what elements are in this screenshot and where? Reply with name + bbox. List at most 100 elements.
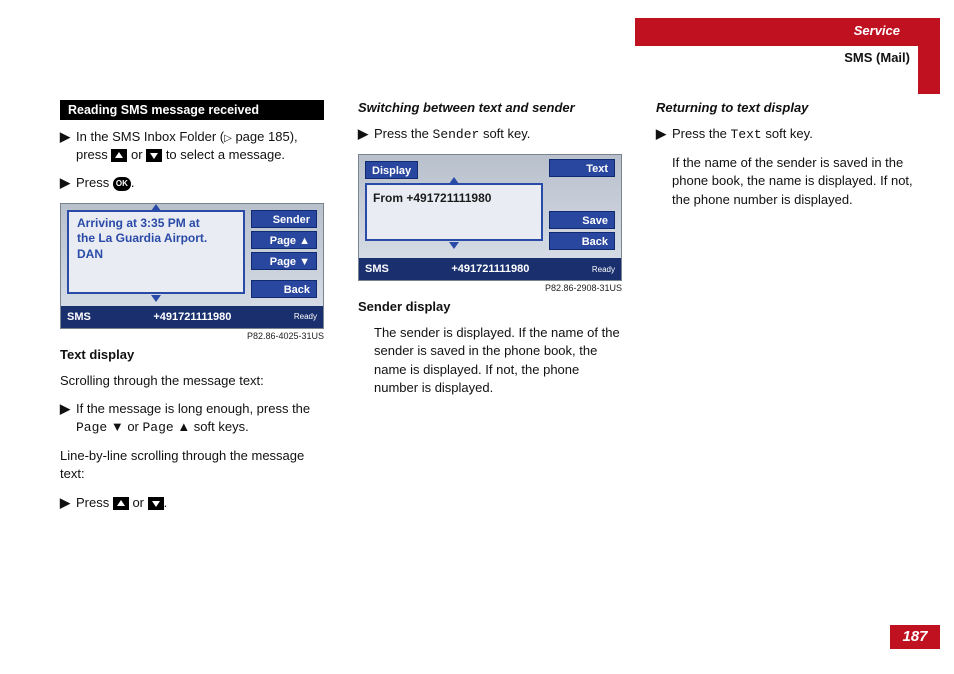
ref-triangle-icon: ▷ — [224, 133, 232, 144]
heading-text-display: Text display — [60, 347, 324, 362]
para-sender: The sender is displayed. If the name of … — [374, 324, 622, 397]
key-label: Page — [142, 420, 173, 435]
step-3: ▶ If the message is long enough, press t… — [60, 400, 324, 437]
scroll-up-icon — [449, 177, 459, 184]
softkey-sender: Sender — [251, 210, 317, 228]
header-section: SMS (Mail) — [844, 50, 910, 65]
step-2-text: Press OK. — [76, 174, 324, 192]
key-label: Sender — [433, 127, 480, 142]
step-arrow-icon: ▶ — [656, 125, 666, 144]
key-label: Page — [76, 420, 107, 435]
step-1-text: In the SMS Inbox Folder (▷ page 185), pr… — [76, 128, 324, 164]
softkey-column: Text Save Back — [549, 183, 615, 250]
status-left: SMS — [67, 311, 91, 323]
column-1: Reading SMS message received ▶ In the SM… — [60, 100, 324, 522]
status-left: SMS — [365, 263, 389, 275]
softkey-display: Display — [365, 161, 418, 179]
down-button-icon — [148, 497, 164, 510]
softkey-save: Save — [549, 211, 615, 229]
t: . — [131, 175, 135, 190]
c3-step-1-text: Press the Text soft key. — [672, 125, 920, 144]
status-bar: SMS +491721111980 Ready — [61, 306, 323, 328]
heading-sender-display: Sender display — [358, 299, 622, 314]
ok-button-icon: OK — [113, 177, 131, 191]
scroll-down-icon — [151, 295, 161, 302]
softkey-back: Back — [549, 232, 615, 250]
softkey-back: Back — [251, 280, 317, 298]
step-2: ▶ Press OK. — [60, 174, 324, 192]
t: Press — [76, 175, 113, 190]
t: soft keys. — [194, 419, 249, 434]
softkey-page-up: Page ▲ — [251, 231, 317, 249]
status-bar: SMS +491721111980 Ready — [359, 258, 621, 280]
msg-line: DAN — [77, 247, 235, 263]
step-arrow-icon: ▶ — [60, 128, 70, 164]
down-button-icon — [146, 149, 162, 162]
c2-step-1-text: Press the Sender soft key. — [374, 125, 622, 144]
figure-id: P82.86-2908-31US — [358, 283, 622, 293]
status-center: +491721111980 — [389, 263, 592, 275]
status-center: +491721111980 — [91, 311, 294, 323]
para-scroll: Scrolling through the message text: — [60, 372, 324, 390]
msg-line: Arriving at 3:35 PM at — [77, 216, 235, 232]
t: soft key. — [479, 126, 530, 141]
header-red-side — [918, 18, 940, 94]
up-button-icon — [111, 149, 127, 162]
spacer — [251, 273, 317, 277]
from-line: From +491721111980 — [373, 191, 491, 205]
up-triangle-icon: ▲ — [174, 419, 194, 434]
t: to select a message. — [162, 147, 285, 162]
figure-id: P82.86-4025-31US — [60, 331, 324, 341]
status-right: Ready — [592, 265, 615, 274]
t: or — [127, 147, 146, 162]
step-4: ▶ Press or . — [60, 494, 324, 512]
softkey-column: Sender Page ▲ Page ▼ Back — [251, 210, 317, 298]
t: soft key. — [762, 126, 813, 141]
figure-sender-display: Display From +491721111980 Text Save Bac… — [358, 154, 622, 293]
heading-returning: Returning to text display — [656, 100, 920, 115]
up-button-icon — [113, 497, 129, 510]
step-arrow-icon: ▶ — [60, 174, 70, 192]
content-columns: Reading SMS message received ▶ In the SM… — [60, 100, 920, 522]
t: or — [129, 495, 148, 510]
softkey-page-down: Page ▼ — [251, 252, 317, 270]
section-heading-bar: Reading SMS message received — [60, 100, 324, 120]
figure-text-display: Arriving at 3:35 PM at the La Guardia Ai… — [60, 203, 324, 341]
header-red-bar: Service — [635, 18, 940, 46]
scroll-up-icon — [151, 204, 161, 211]
column-3: Returning to text display ▶ Press the Te… — [656, 100, 920, 522]
step-1: ▶ In the SMS Inbox Folder (▷ page 185), … — [60, 128, 324, 164]
softkey-text: Text — [549, 159, 615, 177]
step-arrow-icon: ▶ — [60, 400, 70, 437]
para-line-scroll: Line-by-line scrolling through the messa… — [60, 447, 324, 483]
t: Press the — [672, 126, 731, 141]
t: or — [127, 419, 142, 434]
step-4-text: Press or . — [76, 494, 324, 512]
t: Press — [76, 495, 113, 510]
down-triangle-icon: ▼ — [107, 419, 127, 434]
t: If the message is long enough, press the — [76, 401, 310, 416]
message-box: Arriving at 3:35 PM at the La Guardia Ai… — [67, 210, 245, 294]
page-ref: page 185 — [235, 129, 289, 144]
c3-step-1: ▶ Press the Text soft key. — [656, 125, 920, 144]
t: Press the — [374, 126, 433, 141]
c2-step-1: ▶ Press the Sender soft key. — [358, 125, 622, 144]
comand-screen: Arriving at 3:35 PM at the La Guardia Ai… — [60, 203, 324, 329]
step-arrow-icon: ▶ — [358, 125, 368, 144]
heading-switching: Switching between text and sender — [358, 100, 622, 115]
msg-line: the La Guardia Airport. — [77, 231, 235, 247]
para-returning: If the name of the sender is saved in th… — [672, 154, 920, 209]
t: In the SMS Inbox Folder ( — [76, 129, 224, 144]
page-number: 187 — [890, 625, 940, 649]
status-right: Ready — [294, 312, 317, 321]
scroll-down-icon — [449, 242, 459, 249]
sender-box: From +491721111980 — [365, 183, 543, 241]
step-arrow-icon: ▶ — [60, 494, 70, 512]
key-label: Text — [731, 127, 762, 142]
header-service: Service — [854, 23, 900, 38]
step-3-text: If the message is long enough, press the… — [76, 400, 324, 437]
t: . — [164, 495, 168, 510]
spacer — [549, 204, 615, 208]
comand-screen: Display From +491721111980 Text Save Bac… — [358, 154, 622, 281]
column-2: Switching between text and sender ▶ Pres… — [358, 100, 622, 522]
